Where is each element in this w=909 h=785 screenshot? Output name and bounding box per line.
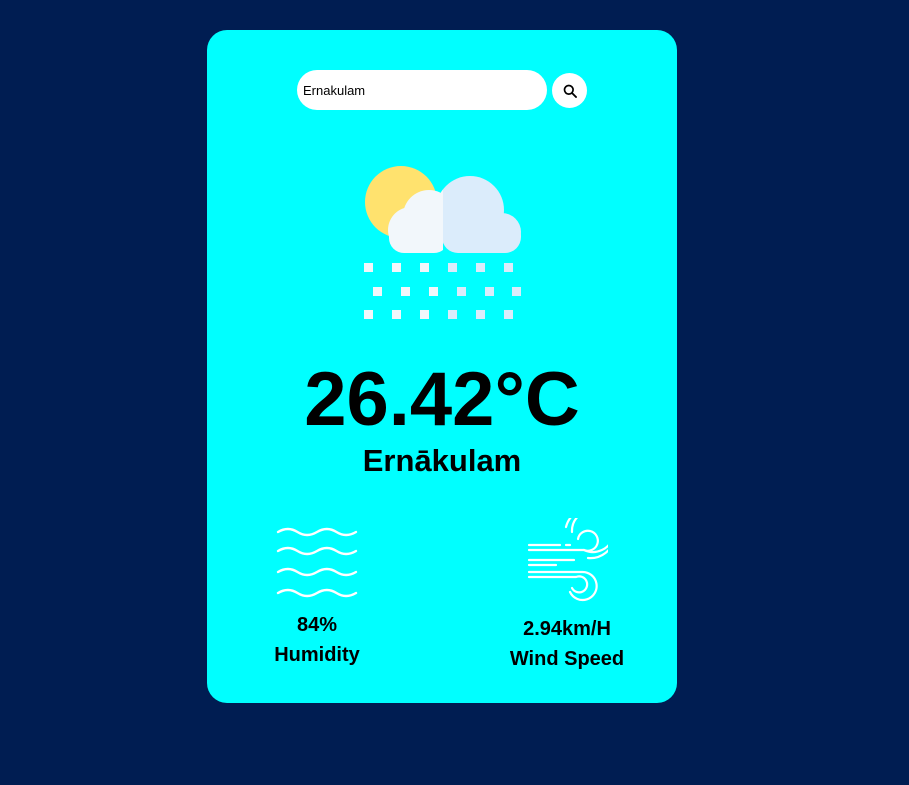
wind-stat: 2.94km/H Wind Speed bbox=[487, 507, 647, 674]
search-button[interactable] bbox=[552, 73, 587, 108]
temperature: 26.42°C bbox=[304, 357, 580, 442]
sun-cloud-snow-icon bbox=[357, 160, 527, 325]
wind-icon bbox=[526, 507, 617, 602]
city-name: Ernākulam bbox=[362, 443, 522, 478]
wind-value: 2.94km/H bbox=[523, 618, 611, 640]
humidity-value: 84% bbox=[296, 614, 338, 636]
humidity-waves-icon bbox=[276, 520, 358, 598]
humidity-stat: 84% Humidity bbox=[247, 520, 387, 670]
humidity-label: Humidity bbox=[274, 644, 360, 666]
search-input[interactable] bbox=[297, 70, 547, 110]
search-icon bbox=[563, 84, 577, 98]
wind-label: Wind Speed bbox=[509, 648, 625, 670]
weather-card: 26.42°C Ernākulam 84% Humidity bbox=[207, 30, 677, 703]
